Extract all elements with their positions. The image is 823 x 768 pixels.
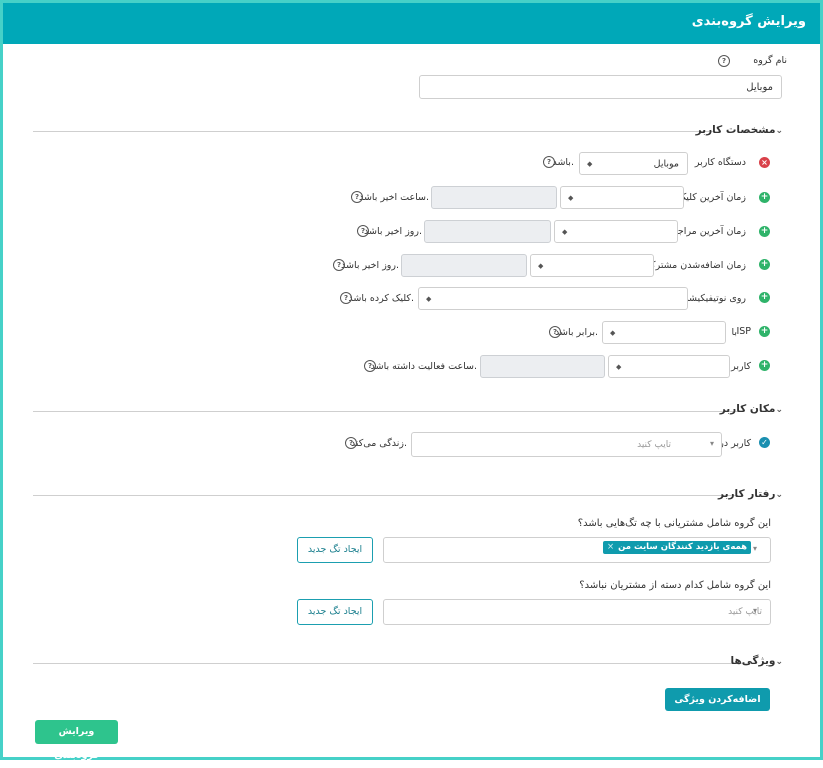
isp-suffix: برابر باشد. — [555, 327, 598, 338]
section-title-text: ویژگی‌ها — [730, 655, 776, 667]
new-tag-button[interactable]: ایجاد تگ جدید — [297, 599, 373, 625]
help-icon[interactable]: ? — [333, 259, 345, 271]
select-arrows-icon: ◆ — [587, 159, 593, 168]
section-user-behavior[interactable]: رفتار کاربر⌄ — [718, 488, 787, 500]
submit-edit-grouping-button[interactable]: ویرایش گروه‌بندی — [35, 720, 118, 761]
chevron-down-icon: ⌄ — [775, 657, 783, 667]
user-active-input[interactable] — [480, 355, 605, 378]
chevron-down-icon: ⌄ — [775, 490, 783, 500]
last-click-label: زمان آخرین کلیک — [677, 192, 746, 203]
group-name-input[interactable]: موبایل — [419, 75, 782, 99]
added-time-input[interactable] — [401, 254, 527, 277]
isp-label: ISP — [736, 326, 751, 337]
help-icon[interactable]: ? — [549, 326, 561, 338]
section-divider — [33, 131, 713, 132]
last-visit-select[interactable]: ◆ — [554, 220, 678, 243]
chevron-down-icon: ⌄ — [775, 126, 783, 136]
tag-remove-icon[interactable]: × — [607, 542, 614, 552]
select-arrows-icon: ◆ — [610, 328, 616, 337]
added-time-suffix: روز اخیر باشد. — [341, 260, 399, 271]
select-arrows-icon: ◆ — [616, 362, 622, 371]
dropdown-caret-icon: ▾ — [753, 544, 758, 553]
add-condition-icon[interactable]: + — [759, 292, 770, 303]
last-visit-label: زمان آخرین مراجعه — [668, 226, 746, 237]
section-title-text: مشخصات کاربر — [695, 124, 776, 136]
isp-select[interactable]: ◆ — [602, 321, 726, 344]
section-divider — [33, 411, 740, 412]
help-icon[interactable]: ? — [340, 292, 352, 304]
location-prefix: کاربر در — [719, 438, 751, 449]
added-time-select[interactable]: ◆ — [530, 254, 654, 277]
help-icon[interactable]: ? — [543, 156, 555, 168]
select-arrows-icon: ◆ — [426, 294, 432, 303]
select-arrows-icon: ◆ — [568, 193, 574, 202]
help-icon[interactable]: ? — [351, 191, 363, 203]
group-name-value: موبایل — [746, 82, 773, 93]
last-click-suffix: ساعت اخیر باشد. — [358, 192, 429, 203]
location-suffix: زندگی می‌کند. — [350, 438, 407, 449]
notification-select[interactable]: ◆ — [418, 287, 688, 310]
section-features[interactable]: ویژگی‌ها⌄ — [731, 655, 788, 667]
add-condition-icon[interactable]: + — [759, 326, 770, 337]
remove-condition-icon[interactable]: × — [759, 157, 770, 168]
page-frame — [0, 0, 823, 760]
add-condition-icon[interactable]: + — [759, 192, 770, 203]
isp-with-label: با — [731, 327, 737, 338]
chevron-down-icon: ⌄ — [775, 405, 783, 415]
notification-suffix: کلیک کرده باشد. — [348, 293, 414, 304]
section-title-text: مکان کاربر — [719, 403, 776, 415]
add-condition-icon[interactable]: + — [759, 259, 770, 270]
location-placeholder: تایپ کنید — [637, 439, 671, 450]
tag-label: همه‌ی بازدید کنندگان سایت من — [618, 542, 748, 552]
added-time-label: زمان اضافه‌شدن مشترکین — [640, 260, 746, 271]
group-name-label: نام گروه — [753, 55, 787, 66]
add-feature-button[interactable]: اضافه‌کردن ویژگی جدید — [665, 688, 770, 728]
group-name-label-text: نام گروه — [753, 55, 787, 66]
last-click-select[interactable]: ◆ — [560, 186, 684, 209]
section-user-location[interactable]: مکان کاربر⌄ — [720, 403, 787, 415]
notification-label: روی نوتیفیکیشن — [681, 293, 746, 304]
check-circle-icon: ✓ — [759, 437, 770, 448]
help-icon[interactable]: ? — [345, 437, 357, 449]
help-icon[interactable]: ? — [718, 55, 730, 67]
header-bar: ویرایش گروه‌بندی — [3, 3, 820, 44]
user-active-suffix: ساعت فعالیت داشته باشد. — [370, 361, 477, 372]
tag-chip[interactable]: × همه‌ی بازدید کنندگان سایت من — [603, 541, 752, 554]
last-visit-input[interactable] — [424, 220, 551, 243]
device-select-value: موبایل — [653, 158, 679, 169]
exclude-tags-input[interactable]: تایپ کنید ▾ — [383, 599, 771, 625]
add-condition-icon[interactable]: + — [759, 226, 770, 237]
new-tag-button[interactable]: ایجاد تگ جدید — [297, 537, 373, 563]
dropdown-caret-icon: ▾ — [710, 439, 715, 448]
device-select[interactable]: موبایل ◆ — [579, 152, 688, 175]
user-active-label: کاربر — [731, 361, 751, 372]
section-title-text: رفتار کاربر — [718, 488, 776, 500]
include-tags-question: این گروه شامل مشتریانی با چه تگ‌هایی باش… — [577, 518, 771, 529]
user-active-select[interactable]: ◆ — [608, 355, 730, 378]
section-divider — [33, 663, 755, 664]
section-divider — [33, 495, 738, 496]
add-condition-icon[interactable]: + — [759, 360, 770, 371]
help-icon[interactable]: ? — [364, 360, 376, 372]
exclude-tags-question: این گروه شامل کدام دسته از مشتریان نباشد… — [579, 580, 771, 591]
last-click-input[interactable] — [431, 186, 557, 209]
dropdown-caret-icon: ▾ — [753, 606, 758, 615]
page-title: ویرایش گروه‌بندی — [691, 14, 806, 29]
location-input[interactable]: تایپ کنید ▾ — [411, 432, 722, 457]
device-label: دستگاه کاربر — [694, 157, 746, 168]
section-user-specs[interactable]: مشخصات کاربر⌄ — [696, 124, 787, 136]
help-icon[interactable]: ? — [357, 225, 369, 237]
device-suffix: باشد. — [552, 157, 574, 168]
last-visit-suffix: روز اخیر باشد. — [364, 226, 422, 237]
select-arrows-icon: ◆ — [562, 227, 568, 236]
select-arrows-icon: ◆ — [538, 261, 544, 270]
